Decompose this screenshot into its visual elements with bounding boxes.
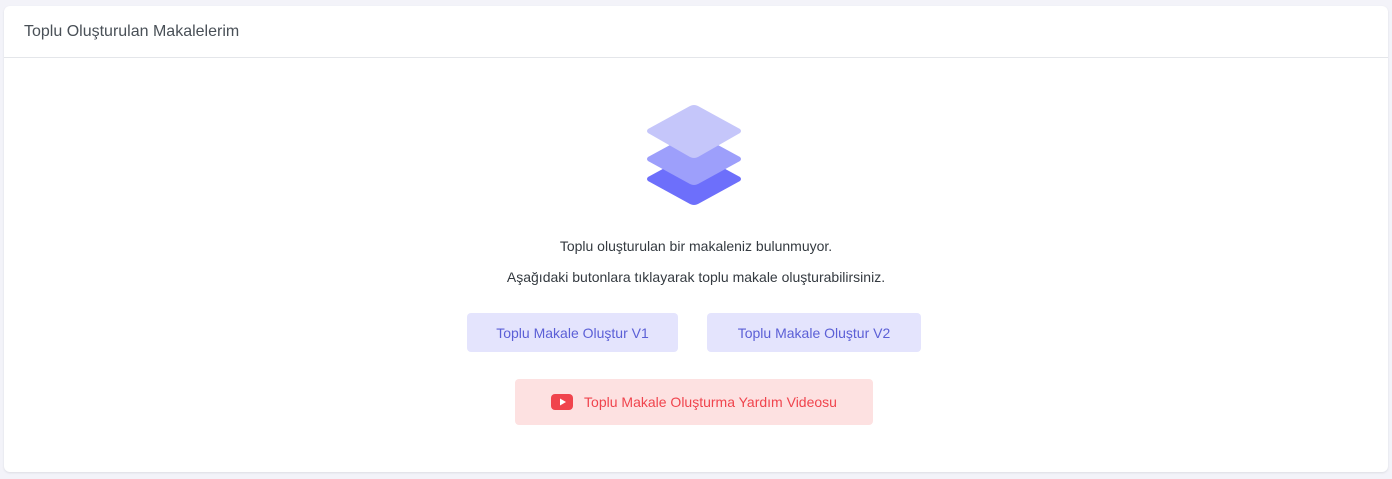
empty-message-line2: Aşağıdaki butonlara tıklayarak toplu mak… — [506, 269, 886, 285]
empty-state: Toplu oluşturulan bir makaleniz bulunmuy… — [4, 58, 1388, 471]
bulk-articles-card: Toplu Oluşturulan Makalelerim Toplu oluş… — [4, 6, 1388, 472]
card-title: Toplu Oluşturulan Makalelerim — [24, 22, 240, 40]
create-v2-label: Toplu Makale Oluştur V2 — [737, 324, 891, 341]
card-header: Toplu Oluşturulan Makalelerim — [4, 6, 1388, 58]
create-bulk-article-v1-button[interactable]: Toplu Makale Oluştur V1 — [467, 313, 678, 352]
youtube-icon — [551, 394, 574, 410]
empty-message-line1: Toplu oluşturulan bir makaleniz bulunmuy… — [559, 238, 833, 254]
create-v1-label: Toplu Makale Oluştur V1 — [496, 324, 649, 341]
layers-icon — [647, 105, 741, 205]
create-bulk-article-v2-button[interactable]: Toplu Makale Oluştur V2 — [707, 313, 921, 352]
help-video-label: Toplu Makale Oluşturma Yardım Videosu — [584, 394, 837, 410]
help-video-button[interactable]: Toplu Makale Oluşturma Yardım Videosu — [515, 379, 873, 425]
